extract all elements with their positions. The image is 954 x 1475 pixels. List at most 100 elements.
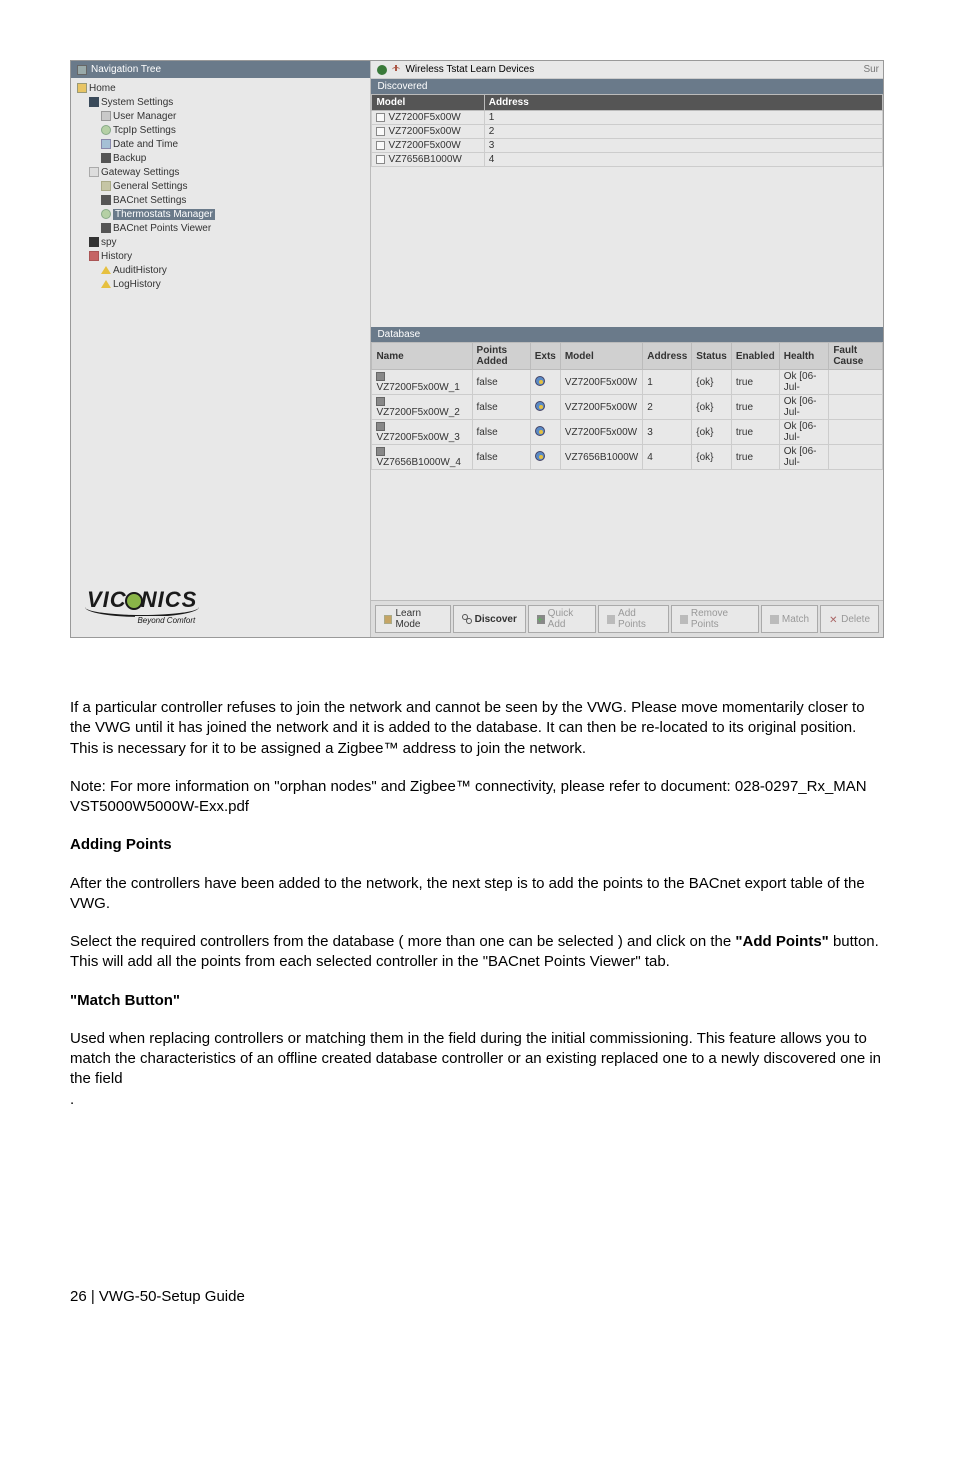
system-icon (89, 97, 99, 107)
add-points-button[interactable]: Add Points (598, 605, 669, 633)
tree-home[interactable]: Home (77, 82, 368, 96)
learn-mode-button[interactable]: Learn Mode (375, 605, 450, 633)
paragraph: After the controllers have been added to… (70, 874, 884, 915)
user-icon (101, 111, 111, 121)
settings-icon (101, 181, 111, 191)
logo-area: VICNICS Beyond Comfort (71, 553, 370, 637)
status-dot-icon (377, 65, 387, 75)
warning-icon (101, 266, 111, 274)
col-model[interactable]: Model (372, 95, 484, 111)
database-row[interactable]: VZ7200F5x00W_3 false VZ7200F5x00W 3 {ok}… (372, 420, 883, 445)
remove-points-button[interactable]: Remove Points (671, 605, 759, 633)
page-footer: 26 | VWG-50-Setup Guide (70, 1128, 884, 1305)
add-points-icon (607, 615, 615, 624)
ext-icon (535, 401, 545, 411)
database-header: Database (371, 327, 883, 342)
col-address[interactable]: Address (643, 343, 692, 370)
col-fault[interactable]: Fault Cause (829, 343, 883, 370)
database-row[interactable]: VZ7656B1000W_4 false VZ7656B1000W 4 {ok}… (372, 445, 883, 470)
checkbox-icon[interactable] (376, 127, 385, 136)
button-bar: Learn Mode Discover Quick Add Add Points… (371, 600, 883, 637)
tree-system-settings[interactable]: System Settings (77, 96, 368, 110)
network-icon (101, 125, 111, 135)
paragraph: Note: For more information on "orphan no… (70, 777, 884, 818)
plus-icon (537, 615, 545, 624)
device-icon (376, 422, 385, 431)
ext-icon (535, 451, 545, 461)
database-row[interactable]: VZ7200F5x00W_1 false VZ7200F5x00W 1 {ok}… (372, 370, 883, 395)
tree-general[interactable]: General Settings (77, 180, 368, 194)
bacnet-icon (101, 195, 111, 205)
tree-gateway[interactable]: Gateway Settings (77, 166, 368, 180)
device-icon (376, 397, 385, 406)
tree-points-viewer[interactable]: BACnet Points Viewer (77, 222, 368, 236)
main-title: Wireless Tstat Learn Devices (405, 64, 534, 75)
tree-history[interactable]: History (77, 250, 368, 264)
discover-icon (462, 614, 472, 624)
col-health[interactable]: Health (779, 343, 829, 370)
ext-icon (535, 426, 545, 436)
delete-icon (829, 615, 838, 624)
discover-button[interactable]: Discover (453, 605, 526, 633)
match-icon (770, 615, 779, 624)
tree-spy[interactable]: spy (77, 236, 368, 250)
paragraph: If a particular controller refuses to jo… (70, 698, 884, 759)
match-button[interactable]: Match (761, 605, 818, 633)
discovered-row[interactable]: VZ7656B1000W4 (372, 153, 883, 167)
discovered-table: Model Address VZ7200F5x00W1 VZ7200F5x00W… (371, 94, 883, 167)
heading-match-button: "Match Button" (70, 991, 884, 1011)
discovered-row[interactable]: VZ7200F5x00W1 (372, 111, 883, 125)
checkbox-icon[interactable] (376, 141, 385, 150)
tree-backup[interactable]: Backup (77, 152, 368, 166)
checkbox-icon[interactable] (376, 113, 385, 122)
col-points-added[interactable]: Points Added (472, 343, 530, 370)
nav-header: Navigation Tree (71, 61, 370, 78)
viconics-logo: VICNICS Beyond Comfort (81, 583, 203, 623)
tree-log-history[interactable]: LogHistory (77, 278, 368, 292)
app-screenshot: Navigation Tree Home System Settings Use… (70, 60, 884, 638)
tree-tcpip[interactable]: TcpIp Settings (77, 124, 368, 138)
ext-icon (535, 376, 545, 386)
tree-date-time[interactable]: Date and Time (77, 138, 368, 152)
col-status[interactable]: Status (692, 343, 732, 370)
col-enabled[interactable]: Enabled (731, 343, 779, 370)
heading-adding-points: Adding Points (70, 835, 884, 855)
col-address[interactable]: Address (484, 95, 882, 111)
gateway-icon (89, 167, 99, 177)
remove-points-icon (680, 615, 688, 624)
quick-add-button[interactable]: Quick Add (528, 605, 596, 633)
paragraph: Used when replacing controllers or match… (70, 1029, 884, 1110)
database-table: Name Points Added Exts Model Address Sta… (371, 342, 883, 470)
col-name[interactable]: Name (372, 343, 472, 370)
delete-button[interactable]: Delete (820, 605, 879, 633)
home-icon (77, 83, 87, 93)
header-right-text: Sur (863, 64, 879, 75)
main-header: Wireless Tstat Learn Devices Sur (371, 61, 883, 79)
history-icon (89, 251, 99, 261)
thermostat-icon (101, 209, 111, 219)
device-icon (376, 447, 385, 456)
tree-user-manager[interactable]: User Manager (77, 110, 368, 124)
main-panel: Wireless Tstat Learn Devices Sur Discove… (371, 61, 883, 637)
col-model[interactable]: Model (560, 343, 642, 370)
tree-thermostats-manager[interactable]: Thermostats Manager (77, 208, 368, 222)
checkbox-icon[interactable] (376, 155, 385, 164)
tree-bacnet[interactable]: BACnet Settings (77, 194, 368, 208)
warning-icon (101, 280, 111, 288)
clock-icon (101, 139, 111, 149)
device-icon (376, 372, 385, 381)
discovered-header: Discovered (371, 79, 883, 94)
nav-panel: Navigation Tree Home System Settings Use… (71, 61, 371, 637)
paragraph: Select the required controllers from the… (70, 932, 884, 973)
logo-subtitle: Beyond Comfort (135, 616, 197, 625)
nav-title: Navigation Tree (91, 64, 161, 75)
nav-icon (77, 65, 87, 75)
discovered-row[interactable]: VZ7200F5x00W3 (372, 139, 883, 153)
learn-icon (384, 615, 392, 624)
col-exts[interactable]: Exts (530, 343, 560, 370)
database-row[interactable]: VZ7200F5x00W_2 false VZ7200F5x00W 2 {ok}… (372, 395, 883, 420)
discovered-row[interactable]: VZ7200F5x00W2 (372, 125, 883, 139)
tree-audit-history[interactable]: AuditHistory (77, 264, 368, 278)
antenna-icon (391, 65, 401, 75)
spy-icon (89, 237, 99, 247)
